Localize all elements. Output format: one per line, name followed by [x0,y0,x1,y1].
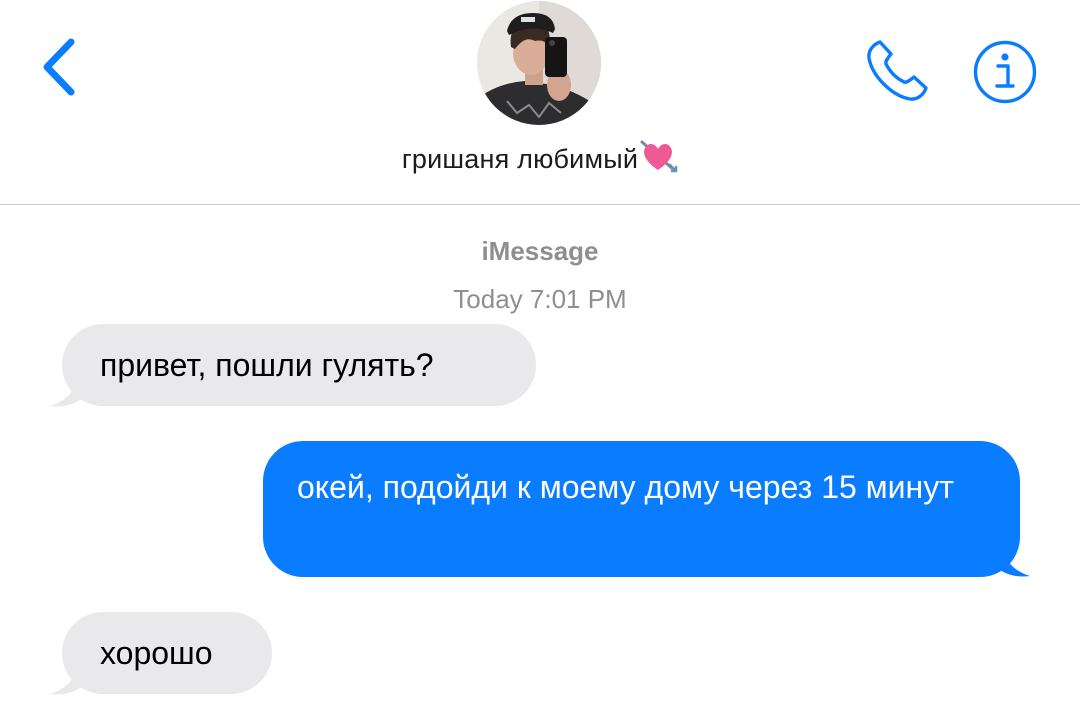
contact-avatar[interactable] [477,1,601,125]
message-text: окей, подойди к моему дому через 15 мину… [297,469,954,505]
contact-name[interactable]: гришаня любимый [0,140,1080,181]
info-button[interactable] [972,39,1038,105]
avatar-photo [477,1,601,125]
phone-icon [867,40,928,101]
service-label: iMessage [481,236,599,266]
info-icon [973,40,1037,104]
contact-name-text: гришаня любимый [401,144,639,174]
chevron-left-icon [43,38,75,96]
outgoing-message-bubble[interactable]: окей, подойди к моему дому через 15 мину… [263,441,1020,577]
incoming-message-bubble[interactable]: привет, пошли гулять? [62,324,536,406]
back-button[interactable] [36,36,82,98]
message-timestamp: Today 7:01 PM [453,284,627,314]
conversation-header: гришаня любимый [0,0,1080,205]
call-button[interactable] [862,36,932,106]
message-text: хорошо [100,635,213,671]
heart-with-arrow-emoji [640,140,678,181]
message-text: привет, пошли гулять? [100,347,434,383]
incoming-message-bubble[interactable]: хорошо [62,612,272,694]
